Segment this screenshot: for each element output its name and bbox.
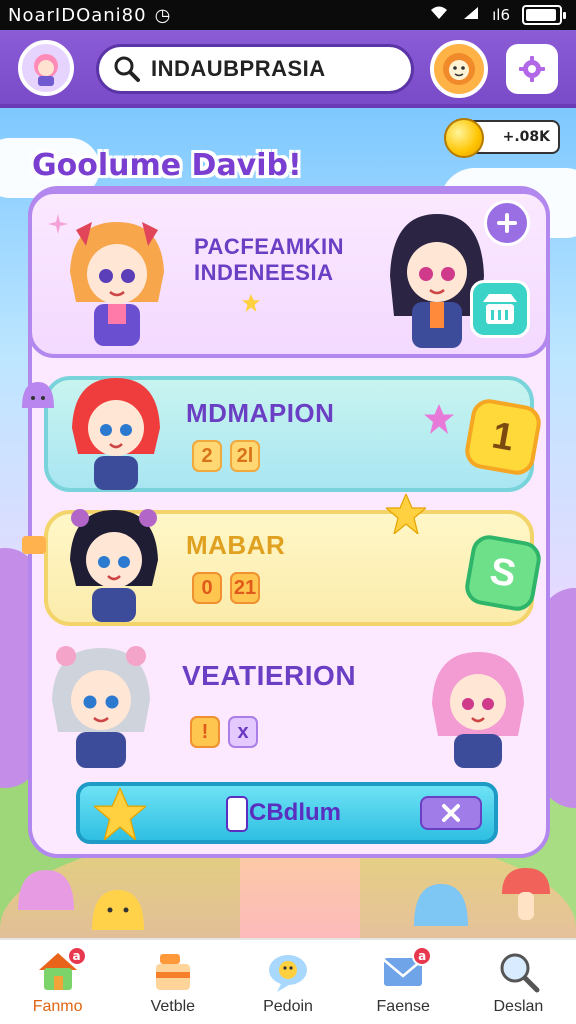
battery-icon xyxy=(522,5,566,25)
event-badge: 1 xyxy=(462,396,544,478)
network-indicator: ıl6 xyxy=(492,6,510,24)
search-query-text: INDAUBPRASIA xyxy=(151,56,326,81)
star-mascot-icon xyxy=(94,788,146,840)
coin-balance-value: +.08K xyxy=(502,129,550,145)
top-bar: INDAUBPRASIA xyxy=(0,30,576,108)
collect-button[interactable]: CBdlum xyxy=(76,782,498,844)
cake-icon xyxy=(150,948,196,994)
signal-icon xyxy=(462,5,480,25)
close-icon xyxy=(442,804,460,822)
potion-bottle-icon xyxy=(226,796,248,832)
mushroom-icon xyxy=(502,868,550,920)
event-card-stats: 0 21 xyxy=(192,572,260,604)
event-card-3[interactable]: MABAR 0 21 S xyxy=(44,509,544,626)
event-card-stats: 2 2l xyxy=(192,440,260,472)
mascot-button[interactable] xyxy=(430,40,488,98)
chibi-character-red-hair xyxy=(72,378,160,490)
magnifier-icon xyxy=(495,948,541,994)
star-mascot-icon xyxy=(386,494,426,534)
chibi-character-silver-hair xyxy=(52,646,150,768)
status-bar: NoarIDOani80 ◷ ıl6 xyxy=(0,0,576,30)
star-icon xyxy=(242,294,260,312)
event-card-2[interactable]: MDMAPION 2 2l 1 xyxy=(44,376,544,492)
data-saver-icon: ◷ xyxy=(154,4,172,26)
envelope-icon: a xyxy=(380,946,433,994)
lion-mascot-icon xyxy=(443,53,475,85)
wifi-icon xyxy=(428,5,450,25)
house-icon: a xyxy=(35,946,87,994)
shop-icon xyxy=(483,294,517,324)
stat-pill: 2l xyxy=(230,440,260,472)
notification-badge: a xyxy=(412,946,433,966)
event-card-title: MDMAPION xyxy=(186,398,335,428)
settings-button[interactable] xyxy=(506,44,558,94)
jelly-blob-icon xyxy=(92,890,144,930)
event-card-title-line1: PACFEAMKIN xyxy=(194,234,345,259)
stat-pill: 21 xyxy=(230,572,260,604)
stat-pill: x xyxy=(228,716,258,748)
shop-button[interactable] xyxy=(470,280,530,338)
status-clock: NoarIDOani80 xyxy=(8,4,147,26)
stat-pill: ! xyxy=(190,716,220,748)
event-badge: S xyxy=(462,532,544,614)
event-card-title-line2: INDENEESIA xyxy=(194,260,334,285)
gear-icon xyxy=(519,56,545,82)
add-button[interactable] xyxy=(484,200,530,246)
chat-bubble-icon xyxy=(265,948,311,994)
event-card-1[interactable]: PACFEAMKIN INDENEESIA xyxy=(28,190,550,358)
event-card-title: PACFEAMKIN INDENEESIA xyxy=(194,234,344,286)
jelly-blob-icon xyxy=(18,870,74,910)
jelly-blob-icon xyxy=(22,382,54,408)
nav-label: Fanmo xyxy=(32,998,83,1015)
nav-item-pedoin[interactable]: Pedoin xyxy=(230,940,345,1024)
notification-badge: a xyxy=(66,946,87,966)
stat-pill: 2 xyxy=(192,440,222,472)
nav-label: Pedoin xyxy=(263,998,313,1015)
jelly-blob-icon xyxy=(414,884,468,926)
coin-icon xyxy=(444,118,484,158)
page-title: Goolume Davib! xyxy=(32,148,302,183)
close-toggle-button[interactable] xyxy=(420,796,482,830)
event-card-stats: ! x xyxy=(190,716,258,748)
star-icon xyxy=(424,404,454,434)
event-card-title: VEATIERION xyxy=(182,660,357,691)
plus-icon xyxy=(497,213,517,233)
nav-item-faense[interactable]: a Faense xyxy=(346,940,461,1024)
avatar-girl-icon xyxy=(34,54,58,86)
nav-item-deslan[interactable]: Deslan xyxy=(461,940,576,1024)
nav-item-home[interactable]: a Fanmo xyxy=(0,940,115,1024)
stat-pill: 0 xyxy=(192,572,222,604)
chibi-character-orange-hair xyxy=(70,222,164,346)
nav-label: Deslan xyxy=(493,998,544,1015)
search-input[interactable]: INDAUBPRASIA xyxy=(96,44,414,94)
nav-label: Faense xyxy=(376,998,430,1015)
chibi-character-pink-hair xyxy=(432,652,524,768)
event-card-title: MABAR xyxy=(186,530,286,560)
search-icon xyxy=(114,56,140,82)
sparkle-icon xyxy=(48,214,68,234)
sparkle-icon xyxy=(22,536,46,554)
nav-label: Vetble xyxy=(150,998,196,1015)
collect-button-label: CBdlum xyxy=(249,799,341,826)
chibi-character-black-hair xyxy=(70,509,158,622)
nav-item-vetble[interactable]: Vetble xyxy=(115,940,230,1024)
profile-avatar-button[interactable] xyxy=(18,40,74,96)
bottom-nav: a Fanmo Vetble Pedoin a Faense Deslan xyxy=(0,938,576,1024)
